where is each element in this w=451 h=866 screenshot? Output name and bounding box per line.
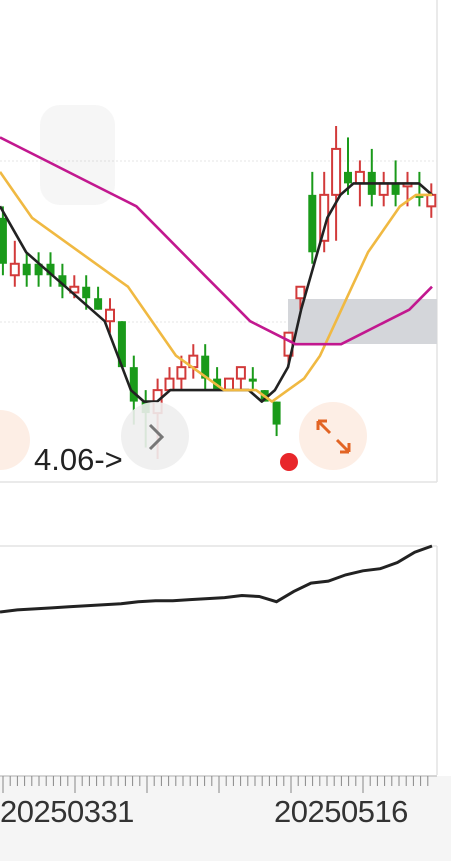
stock-chart: 4.06-> 20250331 20250516 xyxy=(0,0,451,861)
candle-body xyxy=(426,193,437,208)
candle-body xyxy=(308,194,317,253)
candle-body xyxy=(105,308,115,323)
candle-body xyxy=(331,147,342,196)
candle-body xyxy=(248,378,257,382)
chart-svg xyxy=(0,0,451,861)
candle-body xyxy=(82,286,91,299)
candle-body xyxy=(164,377,175,392)
candle-body xyxy=(176,366,187,380)
edge-circle-partial xyxy=(0,410,30,470)
candle-body xyxy=(9,262,20,277)
candle-body xyxy=(22,263,31,276)
scroll-left-button[interactable] xyxy=(121,402,189,470)
candle-body xyxy=(354,170,365,185)
candle-body xyxy=(391,183,400,195)
candle-body xyxy=(0,217,7,264)
candle-body xyxy=(224,377,234,392)
price-pointer-label: 4.06-> xyxy=(34,442,123,477)
candle-body xyxy=(378,182,389,196)
candle-body xyxy=(272,401,281,425)
candle-body xyxy=(235,366,246,380)
x-axis-label-end: 20250516 xyxy=(274,794,408,829)
candle-body xyxy=(94,298,103,310)
x-axis-label-start: 20250331 xyxy=(0,794,134,829)
alert-dot xyxy=(280,453,298,471)
candle-body xyxy=(295,285,306,300)
moving-average-line xyxy=(0,182,433,403)
candle-body xyxy=(344,171,352,184)
indicator-line xyxy=(0,544,433,614)
expand-chart-button[interactable] xyxy=(299,402,367,470)
